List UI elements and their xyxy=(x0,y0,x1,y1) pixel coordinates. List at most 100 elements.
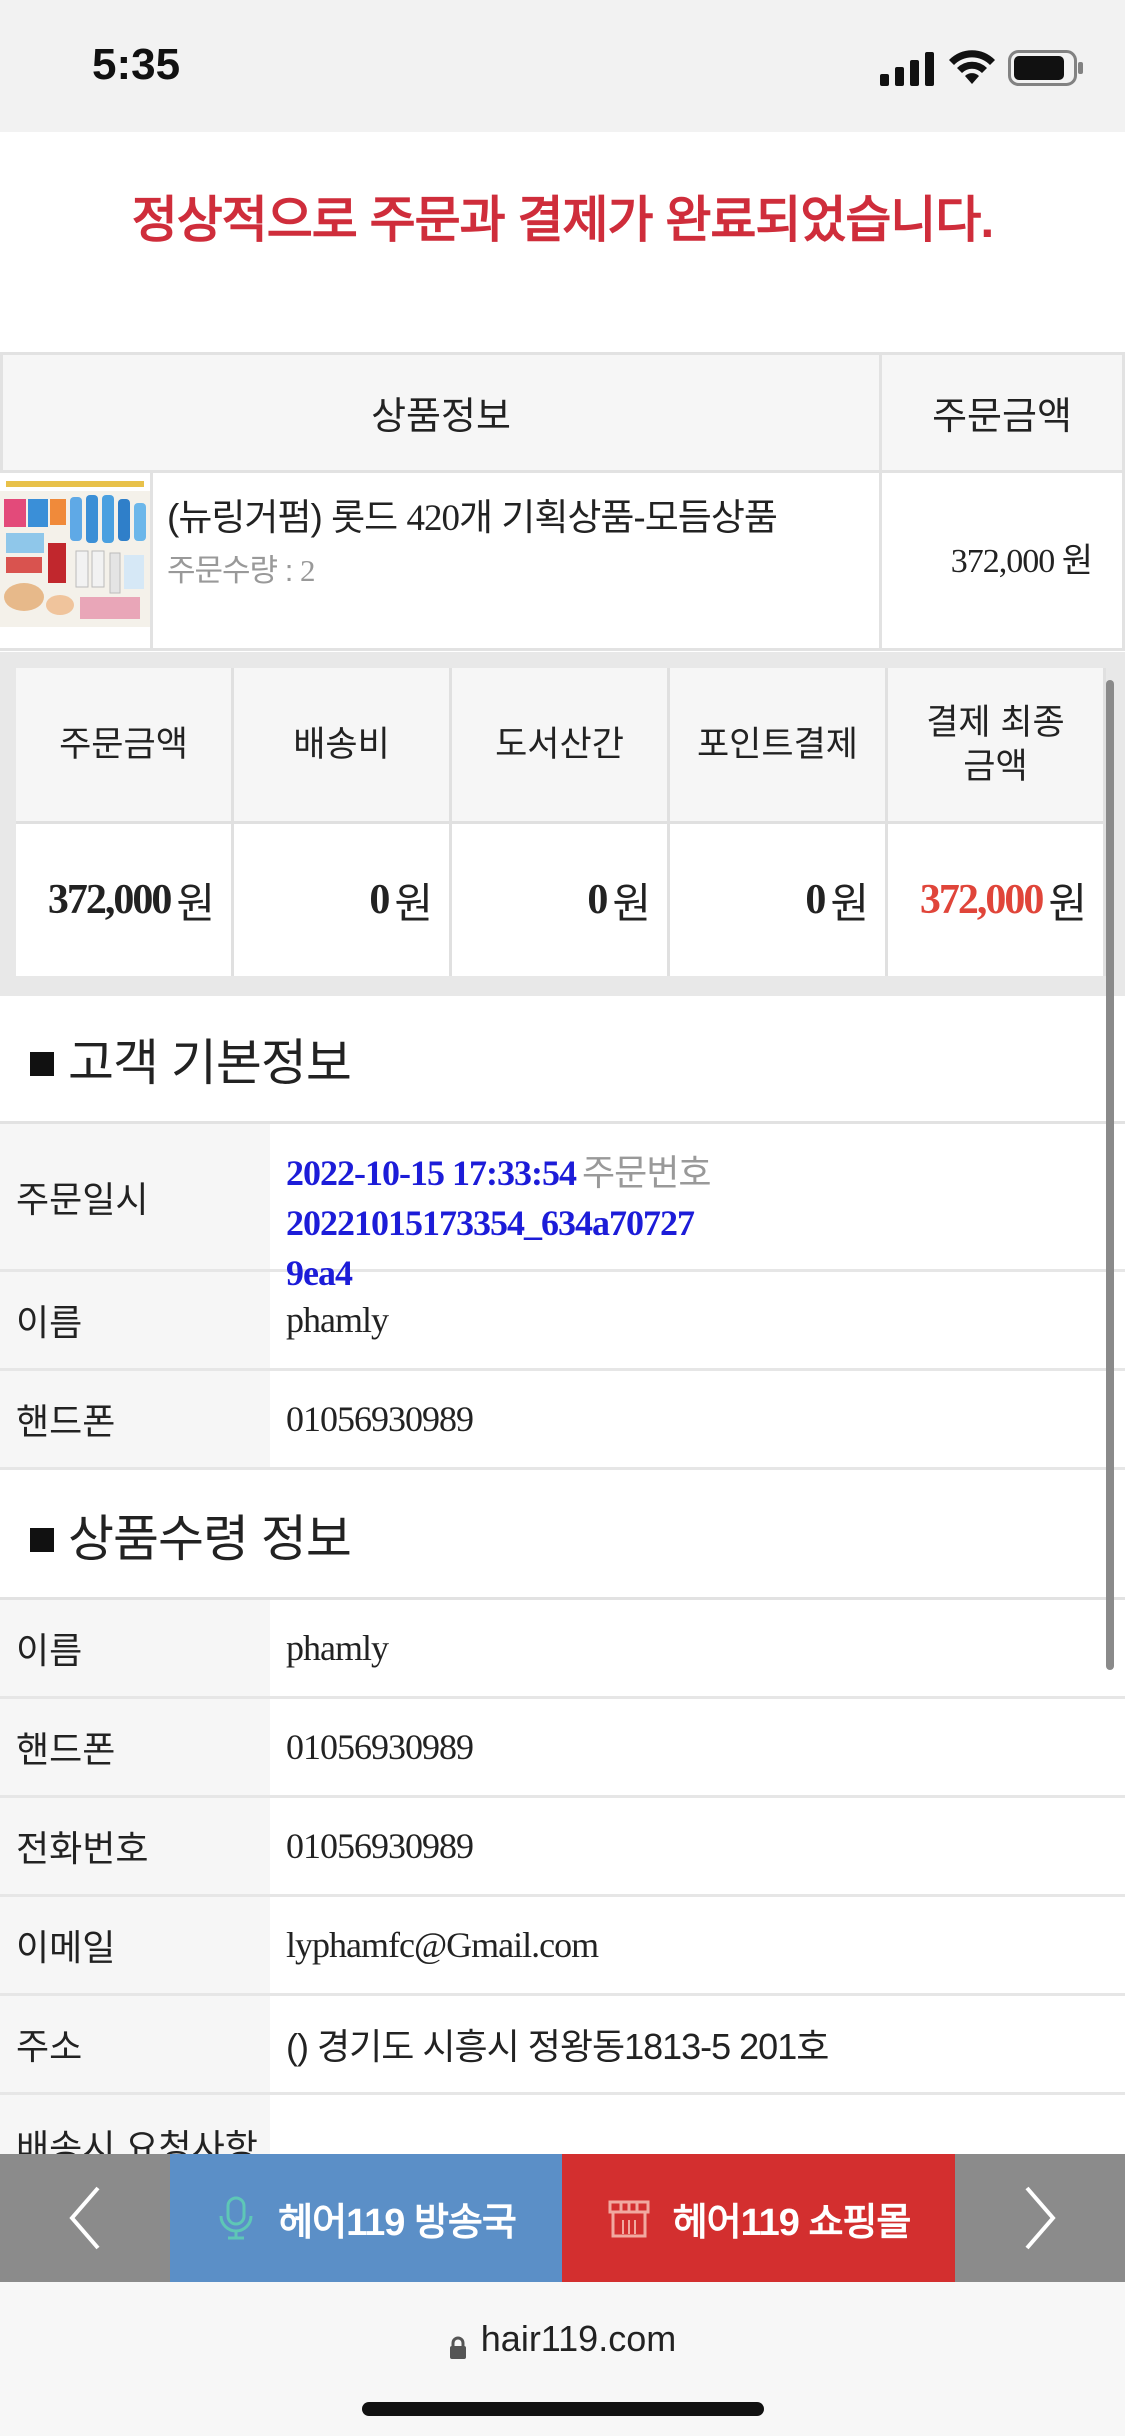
receiver-email-row: 이메일 lyphamfc@Gmail.com xyxy=(0,1897,1125,1996)
summary-value-final-amount: 372,000 원 xyxy=(888,824,1106,976)
customer-name-label: 이름 xyxy=(0,1272,270,1368)
status-bar: 5:35 xyxy=(0,0,1125,132)
page-scrollbar[interactable] xyxy=(1106,680,1114,1670)
home-indicator[interactable] xyxy=(362,2402,764,2416)
header-product-info: 상품정보 xyxy=(0,355,882,470)
receiver-address: () 경기도 시흥시 정왕동1813-5 201호 xyxy=(270,1996,1125,2092)
browser-url-bar: hair119.com xyxy=(0,2282,1125,2436)
receiver-address-text: () 경기도 시흥시 정왕동1813-5 201호 xyxy=(286,2026,829,2067)
product-price: 372,000 xyxy=(950,543,1055,580)
summary-unit: 원 xyxy=(176,879,215,927)
product-thumbnail[interactable] xyxy=(0,477,150,627)
customer-phone-label: 핸드폰 xyxy=(0,1371,270,1467)
product-price-unit: 원 xyxy=(1061,542,1093,580)
wifi-icon xyxy=(949,50,995,84)
product-price-cell: 372,000 원 xyxy=(882,473,1125,648)
receiver-email: lyphamfc@Gmail.com xyxy=(286,1925,599,1965)
product-thumbnail-cell xyxy=(0,473,153,648)
summary-value-order-amount: 372,000 원 xyxy=(16,824,234,976)
receiver-email-label: 이메일 xyxy=(0,1897,270,1993)
product-name-prefix: (뉴링거펌) 롯드 xyxy=(167,497,398,538)
bottom-nav: 헤어119 방송국 헤어119 쇼핑몰 xyxy=(0,2154,1125,2282)
order-date-value-cell: 2022-10-15 17:33:54 주문번호 20221015173354_63… xyxy=(270,1124,1125,1293)
receiver-phone-label: 전화번호 xyxy=(0,1798,270,1894)
microphone-icon xyxy=(216,2196,256,2240)
customer-name: phamly xyxy=(286,1300,389,1340)
status-time: 5:35 xyxy=(92,40,181,89)
customer-info-heading: 고객 기본정보 xyxy=(0,996,1125,1124)
url-field[interactable]: hair119.com xyxy=(0,2318,1125,2360)
customer-info-table: 주문일시 2022-10-15 17:33:54 주문번호 202210151733… xyxy=(0,1124,1125,1470)
receiver-phone: 01056930989 xyxy=(286,1826,474,1866)
summary-header-order-amount: 주문금액 xyxy=(16,668,234,824)
shop-button[interactable]: 헤어119 쇼핑몰 xyxy=(562,2154,955,2282)
product-name-number: 420 xyxy=(406,498,459,539)
summary-unit: 원 xyxy=(394,879,433,927)
summary-points: 0 xyxy=(805,877,826,923)
receiver-address-row: 주소 () 경기도 시흥시 정왕동1813-5 201호 xyxy=(0,1996,1125,2095)
next-arrow-button[interactable] xyxy=(955,2154,1125,2282)
delivery-request-row: 배송시 요청사항 xyxy=(0,2095,1125,2156)
chevron-left-icon xyxy=(69,2186,100,2250)
summary-unit: 원 xyxy=(1048,879,1087,927)
chevron-right-icon xyxy=(1025,2186,1056,2250)
receiver-name-label: 이름 xyxy=(0,1600,270,1696)
prev-arrow-button[interactable] xyxy=(0,2154,170,2282)
receiver-mobile: 01056930989 xyxy=(286,1727,474,1767)
product-name[interactable]: (뉴링거펌) 롯드 420개 기획상품-모듬상품 xyxy=(167,487,879,541)
order-date-row: 주문일시 2022-10-15 17:33:54 주문번호 202210151733… xyxy=(0,1124,1125,1293)
customer-info-title: 고객 기본정보 xyxy=(68,1034,352,1091)
receiver-info-title: 상품수령 정보 xyxy=(68,1510,352,1567)
summary-order-amount: 372,000 xyxy=(47,877,172,923)
summary-header-final-amount: 결제 최종 금액 xyxy=(888,668,1106,824)
receiver-phone-row: 전화번호 01056930989 xyxy=(0,1798,1125,1897)
summary-value-shipping: 0원 xyxy=(234,824,452,976)
broadcast-button[interactable]: 헤어119 방송국 xyxy=(170,2154,562,2282)
lock-icon xyxy=(449,2327,467,2359)
quantity-value: 2 xyxy=(299,553,315,588)
order-complete-page: 정상적으로 주문과 결제가 완료되었습니다. 상품정보 주문금액 (뉴링거펌) … xyxy=(0,132,1125,2156)
summary-header-remote-area: 도서산간 xyxy=(452,668,670,824)
receiver-info-table: 이름 phamly 핸드폰 01056930989 전화번호 010569309… xyxy=(0,1600,1125,2156)
product-row[interactable]: (뉴링거펌) 롯드 420개 기획상품-모듬상품 주문수량 : 2 372,00… xyxy=(0,473,1125,651)
square-bullet-icon xyxy=(30,1527,54,1552)
summary-unit: 원 xyxy=(612,879,651,927)
delivery-request xyxy=(270,2095,1125,2156)
order-number-label: 주문번호 xyxy=(581,1152,711,1193)
summary-header-shipping: 배송비 xyxy=(234,668,452,824)
summary-shipping: 0 xyxy=(369,877,390,923)
square-bullet-icon xyxy=(30,1051,54,1076)
customer-phone-row: 핸드폰 01056930989 xyxy=(0,1371,1125,1470)
quantity-label: 주문수량 : xyxy=(167,553,293,588)
receiver-mobile-row: 핸드폰 01056930989 xyxy=(0,1699,1125,1798)
summary-remote-area: 0 xyxy=(587,877,608,923)
order-date-label: 주문일시 xyxy=(0,1124,270,1269)
success-message: 정상적으로 주문과 결제가 완료되었습니다. xyxy=(131,192,995,248)
receiver-info-heading: 상품수령 정보 xyxy=(0,1472,1125,1600)
product-quantity: 주문수량 : 2 xyxy=(167,545,879,590)
cellular-signal-icon xyxy=(880,52,934,86)
customer-phone: 01056930989 xyxy=(286,1399,474,1439)
customer-name-row: 이름 phamly xyxy=(0,1272,1125,1371)
url-text: hair119.com xyxy=(480,2318,677,2359)
store-icon xyxy=(607,2198,651,2238)
order-date: 2022-10-15 17:33:54 xyxy=(286,1153,577,1193)
product-table-header: 상품정보 주문금액 xyxy=(0,355,1125,473)
order-number-line1: 20221015173354_634a70727 xyxy=(286,1203,695,1243)
broadcast-label: 헤어119 방송국 xyxy=(278,2201,517,2244)
receiver-mobile-label: 핸드폰 xyxy=(0,1699,270,1795)
receiver-name-row: 이름 phamly xyxy=(0,1600,1125,1699)
product-image xyxy=(0,477,150,627)
header-order-amount: 주문금액 xyxy=(882,355,1125,470)
payment-summary-grid: 주문금액 배송비 도서산간 포인트결제 결제 최종 금액 372,000 원 0원… xyxy=(16,668,1125,976)
receiver-name: phamly xyxy=(286,1628,389,1668)
product-name-suffix: 개 기획상품-모듬상품 xyxy=(458,497,778,538)
summary-final-amount: 372,000 xyxy=(919,877,1044,923)
payment-summary: 주문금액 배송비 도서산간 포인트결제 결제 최종 금액 372,000 원 0원… xyxy=(0,652,1125,996)
battery-icon xyxy=(1008,50,1083,86)
summary-header-points: 포인트결제 xyxy=(670,668,888,824)
delivery-request-label: 배송시 요청사항 xyxy=(0,2095,270,2156)
product-table: 상품정보 주문금액 (뉴링거펌) 롯드 420개 기획상품-모듬상품 주문수량 … xyxy=(0,352,1125,651)
summary-value-remote-area: 0원 xyxy=(452,824,670,976)
summary-value-points: 0원 xyxy=(670,824,888,976)
